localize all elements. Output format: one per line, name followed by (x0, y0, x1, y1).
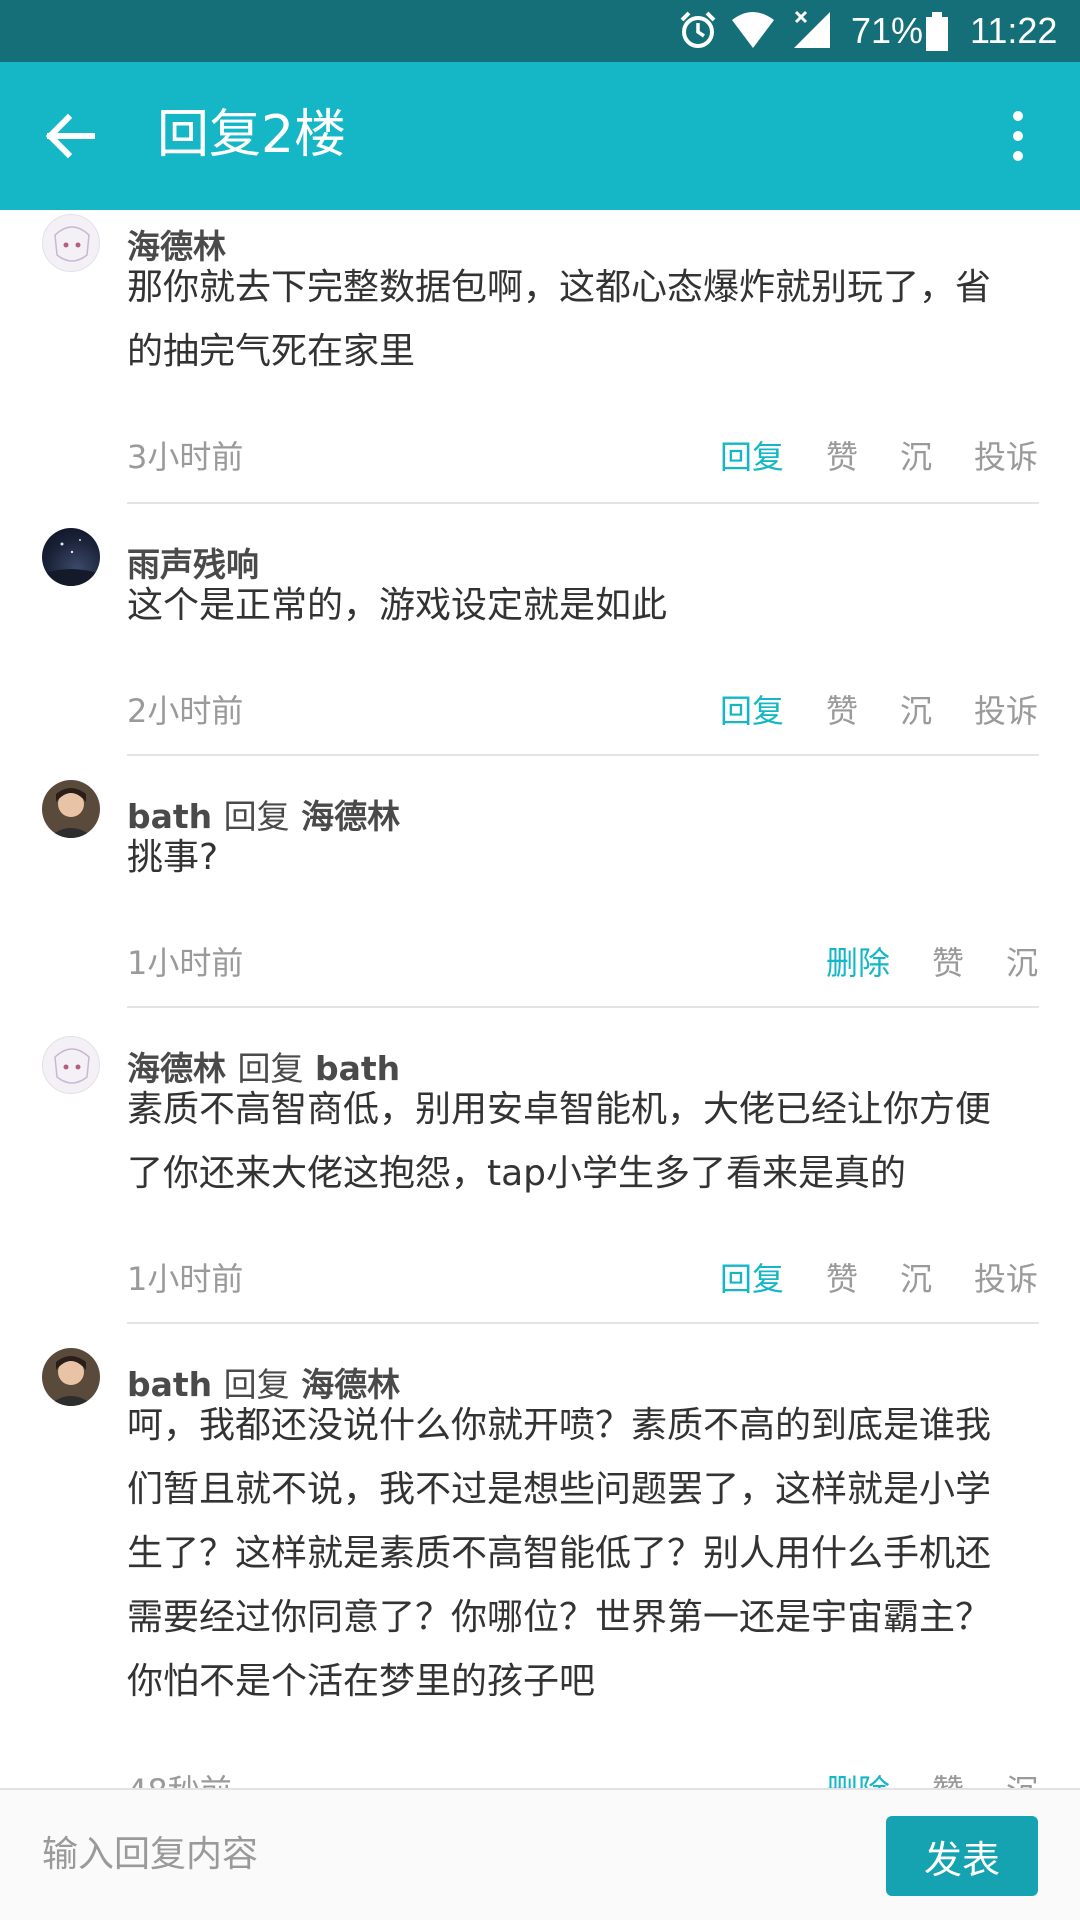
content-line: 那你就去下完整数据包啊，这都心态爆炸就别玩了，省 (127, 267, 992, 308)
comment-list[interactable]: 海德林 那你就去下完整数据包啊，这都心态爆炸就别玩了，省 的抽完气死在家里 3小… (0, 210, 1080, 1788)
page-title: 回复2楼 (157, 105, 347, 165)
content-line: 这个是正常的，游戏设定就是如此 (127, 585, 668, 626)
comment-time: 2小时前 (127, 692, 244, 730)
reply-button[interactable]: 回复 (720, 686, 784, 732)
report-button[interactable]: 投诉 (974, 686, 1038, 732)
battery-icon (925, 12, 949, 56)
delete-button[interactable]: 删除 (826, 938, 890, 984)
avatar[interactable] (42, 214, 100, 272)
sink-button[interactable]: 沉 (900, 432, 932, 478)
more-button[interactable] (1000, 106, 1036, 166)
avatar[interactable] (42, 528, 100, 586)
content-line: 你怕不是个活在梦里的孩子吧 (127, 1661, 596, 1702)
content-line: 素质不高智商低，别用安卓智能机，大佬已经让你方便 (127, 1089, 992, 1130)
clock: 11:22 (970, 10, 1058, 51)
reply-button[interactable]: 回复 (720, 432, 784, 478)
comment-time: 1小时前 (127, 1260, 244, 1298)
battery-level: 71% (851, 10, 924, 51)
comment-content: 那你就去下完整数据包啊，这都心态爆炸就别玩了，省 的抽完气死在家里 (127, 256, 1027, 384)
status-bar: 71% 11:22 (0, 0, 1080, 62)
comment-content: 挑事? (127, 826, 1027, 890)
content-line: 呵，我都还没说什么你就开喷？素质不高的到底是谁我 (127, 1405, 992, 1446)
more-vertical-icon (1013, 111, 1023, 161)
comment-content: 素质不高智商低，别用安卓智能机，大佬已经让你方便 了你还来大佬这抱怨，tap小学… (127, 1078, 1027, 1206)
back-button[interactable] (40, 106, 100, 166)
content-line: 了你还来大佬这抱怨，tap小学生多了看来是真的 (127, 1153, 907, 1194)
content-line: 挑事? (127, 837, 219, 878)
wifi-icon (730, 10, 776, 54)
sink-button[interactable]: 沉 (1006, 1766, 1038, 1788)
avatar[interactable] (42, 1348, 100, 1406)
comment-content: 这个是正常的，游戏设定就是如此 (127, 574, 1027, 638)
app-bar: 回复2楼 (0, 62, 1080, 210)
divider (127, 1322, 1039, 1324)
like-button[interactable]: 赞 (826, 686, 858, 732)
sink-button[interactable]: 沉 (900, 1254, 932, 1300)
delete-button[interactable]: 删除 (826, 1766, 890, 1788)
content-line: 们暂且就不说，我不过是想些问题罢了，这样就是小学 (127, 1469, 992, 1510)
comment-item: 雨声残响 这个是正常的，游戏设定就是如此 2小时前 回复 赞 沉 投诉 (0, 528, 1080, 780)
avatar[interactable] (42, 780, 100, 838)
like-button[interactable]: 赞 (826, 1254, 858, 1300)
comment-content: 呵，我都还没说什么你就开喷？素质不高的到底是谁我 们暂且就不说，我不过是想些问题… (127, 1394, 1027, 1714)
comment-time: 3小时前 (127, 438, 244, 476)
comment-item: bath 回复 海德林 呵，我都还没说什么你就开喷？素质不高的到底是谁我 们暂且… (0, 1348, 1080, 1788)
divider (127, 1006, 1039, 1008)
signal-icon (790, 10, 832, 54)
reply-bar: 发表 (0, 1788, 1080, 1920)
avatar[interactable] (42, 1036, 100, 1094)
alarm-icon (678, 10, 718, 54)
divider (127, 754, 1039, 756)
comment-item: 海德林 那你就去下完整数据包啊，这都心态爆炸就别玩了，省 的抽完气死在家里 3小… (0, 210, 1080, 510)
divider (127, 502, 1039, 504)
comment-item: 海德林 回复 bath 素质不高智商低，别用安卓智能机，大佬已经让你方便 了你还… (0, 1032, 1080, 1348)
reply-input[interactable] (20, 1814, 860, 1894)
like-button[interactable]: 赞 (932, 1766, 964, 1788)
post-button[interactable]: 发表 (886, 1816, 1038, 1896)
like-button[interactable]: 赞 (826, 432, 858, 478)
content-line: 生了？这样就是素质不高智能低了？别人用什么手机还 (127, 1533, 992, 1574)
arrow-left-icon (45, 113, 95, 159)
report-button[interactable]: 投诉 (974, 432, 1038, 478)
comment-time: 1小时前 (127, 944, 244, 982)
report-button[interactable]: 投诉 (974, 1254, 1038, 1300)
content-line: 需要经过你同意了？你哪位？世界第一还是宇宙霸主？ (127, 1597, 992, 1638)
content-line: 的抽完气死在家里 (127, 331, 416, 372)
reply-button[interactable]: 回复 (720, 1254, 784, 1300)
comment-item: bath 回复 海德林 挑事? 1小时前 删除 赞 沉 (0, 780, 1080, 1032)
like-button[interactable]: 赞 (932, 938, 964, 984)
comment-time: 48秒前 (127, 1766, 232, 1788)
sink-button[interactable]: 沉 (900, 686, 932, 732)
sink-button[interactable]: 沉 (1006, 938, 1038, 984)
